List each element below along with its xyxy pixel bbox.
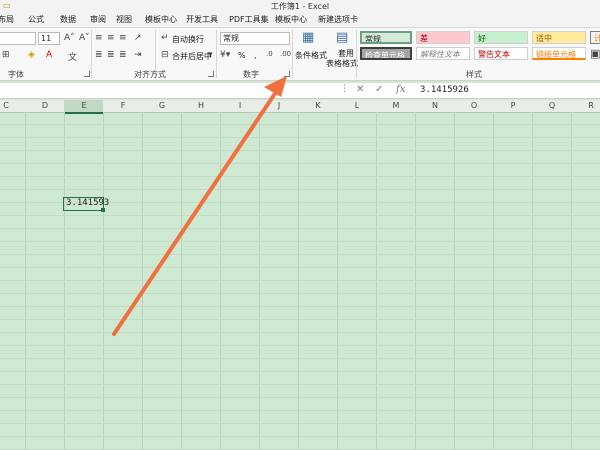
align-top-icon[interactable]: ≡ xyxy=(95,33,103,43)
column-header-r[interactable]: R xyxy=(581,101,600,110)
tab-formulas[interactable]: 公式 xyxy=(28,14,44,25)
worksheet-grid[interactable] xyxy=(0,112,600,450)
tab-developer[interactable]: 开发工具 xyxy=(186,14,218,25)
font-name-box[interactable] xyxy=(0,32,36,45)
style-bad[interactable]: 差 xyxy=(416,31,470,44)
active-cell-value: 3.141593 xyxy=(66,198,110,208)
tab-review[interactable]: 审阅 xyxy=(90,14,106,25)
column-header-k[interactable]: K xyxy=(308,101,328,110)
column-header-m[interactable]: M xyxy=(386,101,406,110)
column-header-q[interactable]: Q xyxy=(542,101,562,110)
formula-bar-divider-icon: ⋮ xyxy=(340,84,349,94)
ribbon: 11 A˄ A˅ ⊞ ◈ A 文 字体 ≡ ≡ ≡ ↗ ≣ ≣ ≣ ⇥ ↵ 自动… xyxy=(0,28,600,81)
style-calculation[interactable]: 计 xyxy=(590,31,600,44)
number-format-box[interactable]: 常规 xyxy=(220,32,290,45)
align-left-icon[interactable]: ≣ xyxy=(95,50,103,60)
font-dialog-launcher[interactable] xyxy=(84,71,90,77)
group-separator xyxy=(91,30,92,78)
column-header-i[interactable]: I xyxy=(230,101,250,110)
alignment-dialog-launcher[interactable] xyxy=(208,71,214,77)
tab-template-center-2[interactable]: 模板中心 xyxy=(275,14,307,25)
increase-decimal-icon[interactable]: .0 xyxy=(266,50,273,58)
alignment-group-label: 对齐方式 xyxy=(134,70,166,79)
conditional-format-button[interactable]: 条件格式 xyxy=(295,50,327,61)
table-format-button-line2[interactable]: 表格格式 xyxy=(326,58,358,69)
group-separator xyxy=(292,30,293,78)
align-bottom-icon[interactable]: ≡ xyxy=(119,33,127,43)
number-group-label: 数字 xyxy=(243,70,259,79)
styles-group-label: 样式 xyxy=(466,70,482,79)
fill-color-icon[interactable]: ◈ xyxy=(28,50,35,60)
insert-function-button[interactable]: fx xyxy=(396,84,405,95)
column-header-j[interactable]: J xyxy=(269,101,289,110)
group-separator xyxy=(356,30,357,78)
decrease-decimal-icon[interactable]: .00 xyxy=(280,50,291,58)
increase-font-icon[interactable]: A˄ xyxy=(64,33,75,43)
column-header-n[interactable]: N xyxy=(425,101,445,110)
style-neutral[interactable]: 适中 xyxy=(532,31,586,44)
column-header-h[interactable]: H xyxy=(191,101,211,110)
merge-center-icon[interactable]: ⊟ xyxy=(161,50,169,60)
enter-icon[interactable]: ✓ xyxy=(375,84,383,95)
currency-icon[interactable]: ¥▾ xyxy=(220,50,230,60)
column-header-p[interactable]: P xyxy=(503,101,523,110)
style-linked-cell[interactable]: 链接单元格 xyxy=(532,47,586,60)
wrap-text-icon[interactable]: ↵ xyxy=(161,33,169,43)
ribbon-tabs: 布局 公式 数据 审阅 视图 模板中心 开发工具 PDF工具集 模板中心 新建选… xyxy=(0,12,600,28)
formula-input[interactable]: 3.1415926 xyxy=(420,85,469,95)
tab-view[interactable]: 视图 xyxy=(116,14,132,25)
column-header-d[interactable]: D xyxy=(35,101,55,110)
table-format-icon[interactable]: ▤ xyxy=(336,30,348,45)
column-header-g[interactable]: G xyxy=(152,101,172,110)
column-header-e[interactable]: E xyxy=(74,101,94,110)
style-explanatory[interactable]: 解释性文本 xyxy=(416,47,470,60)
indent-icon[interactable]: ⇥ xyxy=(134,50,142,60)
tab-data[interactable]: 数据 xyxy=(60,14,76,25)
style-good[interactable]: 好 xyxy=(474,31,528,44)
fill-handle[interactable] xyxy=(101,208,105,212)
styles-more-icon[interactable]: ▣ xyxy=(590,47,600,60)
tab-template-center[interactable]: 模板中心 xyxy=(145,14,177,25)
orientation-icon[interactable]: ↗ xyxy=(134,33,142,43)
formula-bar: ⋮ ✕ ✓ fx 3.1415926 xyxy=(0,83,600,99)
column-header-f[interactable]: F xyxy=(113,101,133,110)
number-dialog-launcher[interactable] xyxy=(284,71,290,77)
style-warning[interactable]: 警告文本 xyxy=(474,47,528,60)
group-separator xyxy=(216,30,217,78)
merge-center-button[interactable]: 合并后居中 xyxy=(172,51,212,62)
align-center-icon[interactable]: ≣ xyxy=(107,50,115,60)
tab-new-tab[interactable]: 新建选项卡 xyxy=(318,14,358,25)
align-middle-icon[interactable]: ≡ xyxy=(107,33,115,43)
comma-button[interactable]: , xyxy=(254,51,257,60)
conditional-format-icon[interactable]: ▦ xyxy=(302,30,314,45)
font-group-label: 字体 xyxy=(8,70,24,79)
tab-layout[interactable]: 布局 xyxy=(0,14,14,25)
window-title: 工作簿1 - Excel xyxy=(270,2,330,11)
column-header-o[interactable]: O xyxy=(464,101,484,110)
column-header-l[interactable]: L xyxy=(347,101,367,110)
font-color-icon[interactable]: A xyxy=(46,50,52,60)
font-size-box[interactable]: 11 xyxy=(38,32,60,45)
border-icon[interactable]: ⊞ xyxy=(2,50,10,60)
decrease-font-icon[interactable]: A˅ xyxy=(79,33,90,43)
tab-pdf-tools[interactable]: PDF工具集 xyxy=(229,14,269,25)
percent-button[interactable]: % xyxy=(238,51,246,60)
style-normal[interactable]: 常规 xyxy=(360,31,412,44)
merge-dropdown-icon[interactable]: ▾ xyxy=(208,50,213,60)
cancel-icon[interactable]: ✕ xyxy=(356,84,364,95)
align-right-icon[interactable]: ≣ xyxy=(119,50,127,60)
phonetic-icon[interactable]: 文 xyxy=(68,50,77,63)
column-header-c[interactable]: C xyxy=(0,101,16,110)
style-check-cell[interactable]: 检查单元格 xyxy=(360,47,412,60)
title-bar: ▭ 工作簿1 - Excel xyxy=(0,0,600,12)
wrap-text-button[interactable]: 自动换行 xyxy=(172,34,204,45)
